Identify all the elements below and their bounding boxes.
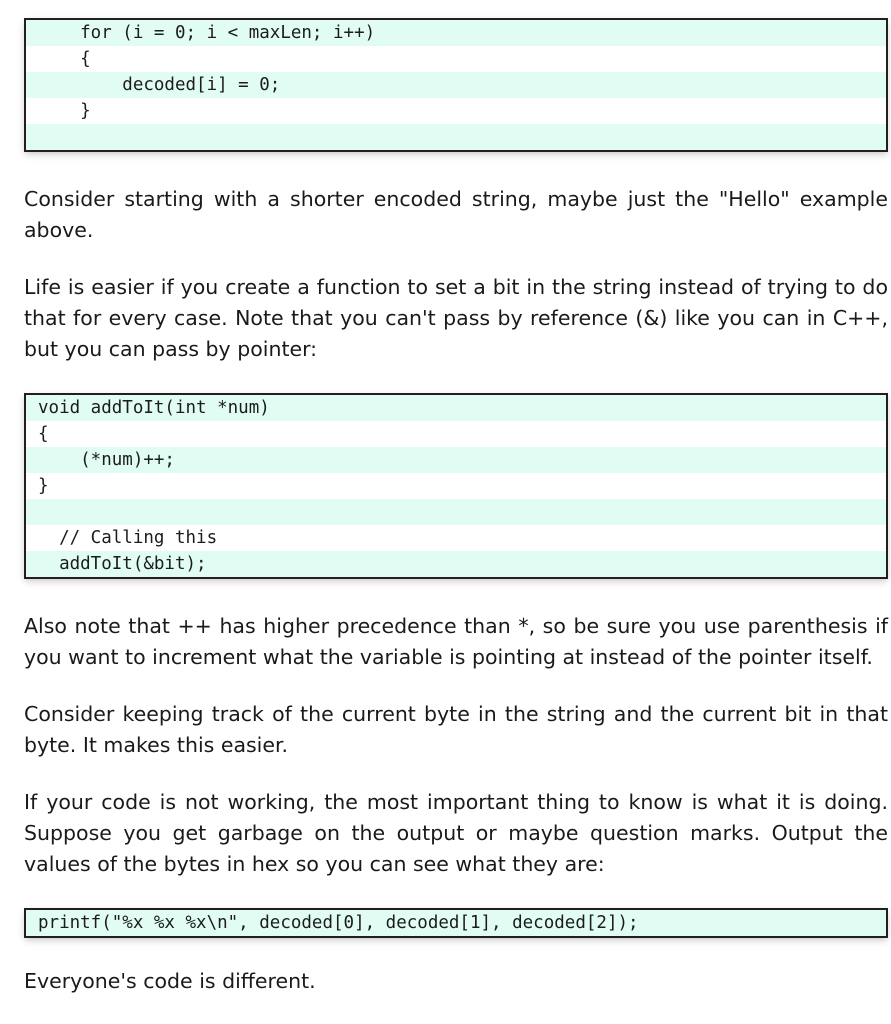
code-block-for-loop: for (i = 0; i < maxLen; i++) { decoded[i… [24,18,888,152]
code-line: addToIt(&bit); [26,551,886,577]
spacer-top [24,0,888,18]
paragraph-everyone-code-different: Everyone's code is different. [24,969,316,993]
code-block-printf-hex: printf("%x %x %x\n", decoded[0], decoded… [24,908,888,938]
code-line: (*num)++; [26,447,886,473]
code-line: printf("%x %x %x\n", decoded[0], decoded… [26,910,886,936]
code-block-add-to-it: void addToIt(int *num) { (*num)++; } // … [24,393,888,579]
paragraph-keep-track-of-byte: Consider keeping track of the current by… [24,702,888,757]
code-line [26,499,886,525]
code-line: void addToIt(int *num) [26,395,886,421]
document-page: for (i = 0; i < maxLen; i++) { decoded[i… [0,0,891,1024]
code-line [26,124,886,150]
code-line: { [26,46,886,72]
paragraph-debug-output-hex: If your code is not working, the most im… [24,790,888,876]
document-content: for (i = 0; i < maxLen; i++) { decoded[i… [24,0,888,997]
paragraph-consider-shorter-string: Consider starting with a shorter encoded… [24,187,888,242]
code-line: { [26,421,886,447]
code-line: } [26,98,886,124]
code-line: decoded[i] = 0; [26,72,886,98]
code-line: } [26,473,886,499]
paragraph-precedence-note: Also note that ++ has higher precedence … [24,614,888,669]
code-line: // Calling this [26,525,886,551]
code-line: for (i = 0; i < maxLen; i++) [26,20,886,46]
paragraph-life-is-easier: Life is easier if you create a function … [24,275,888,361]
